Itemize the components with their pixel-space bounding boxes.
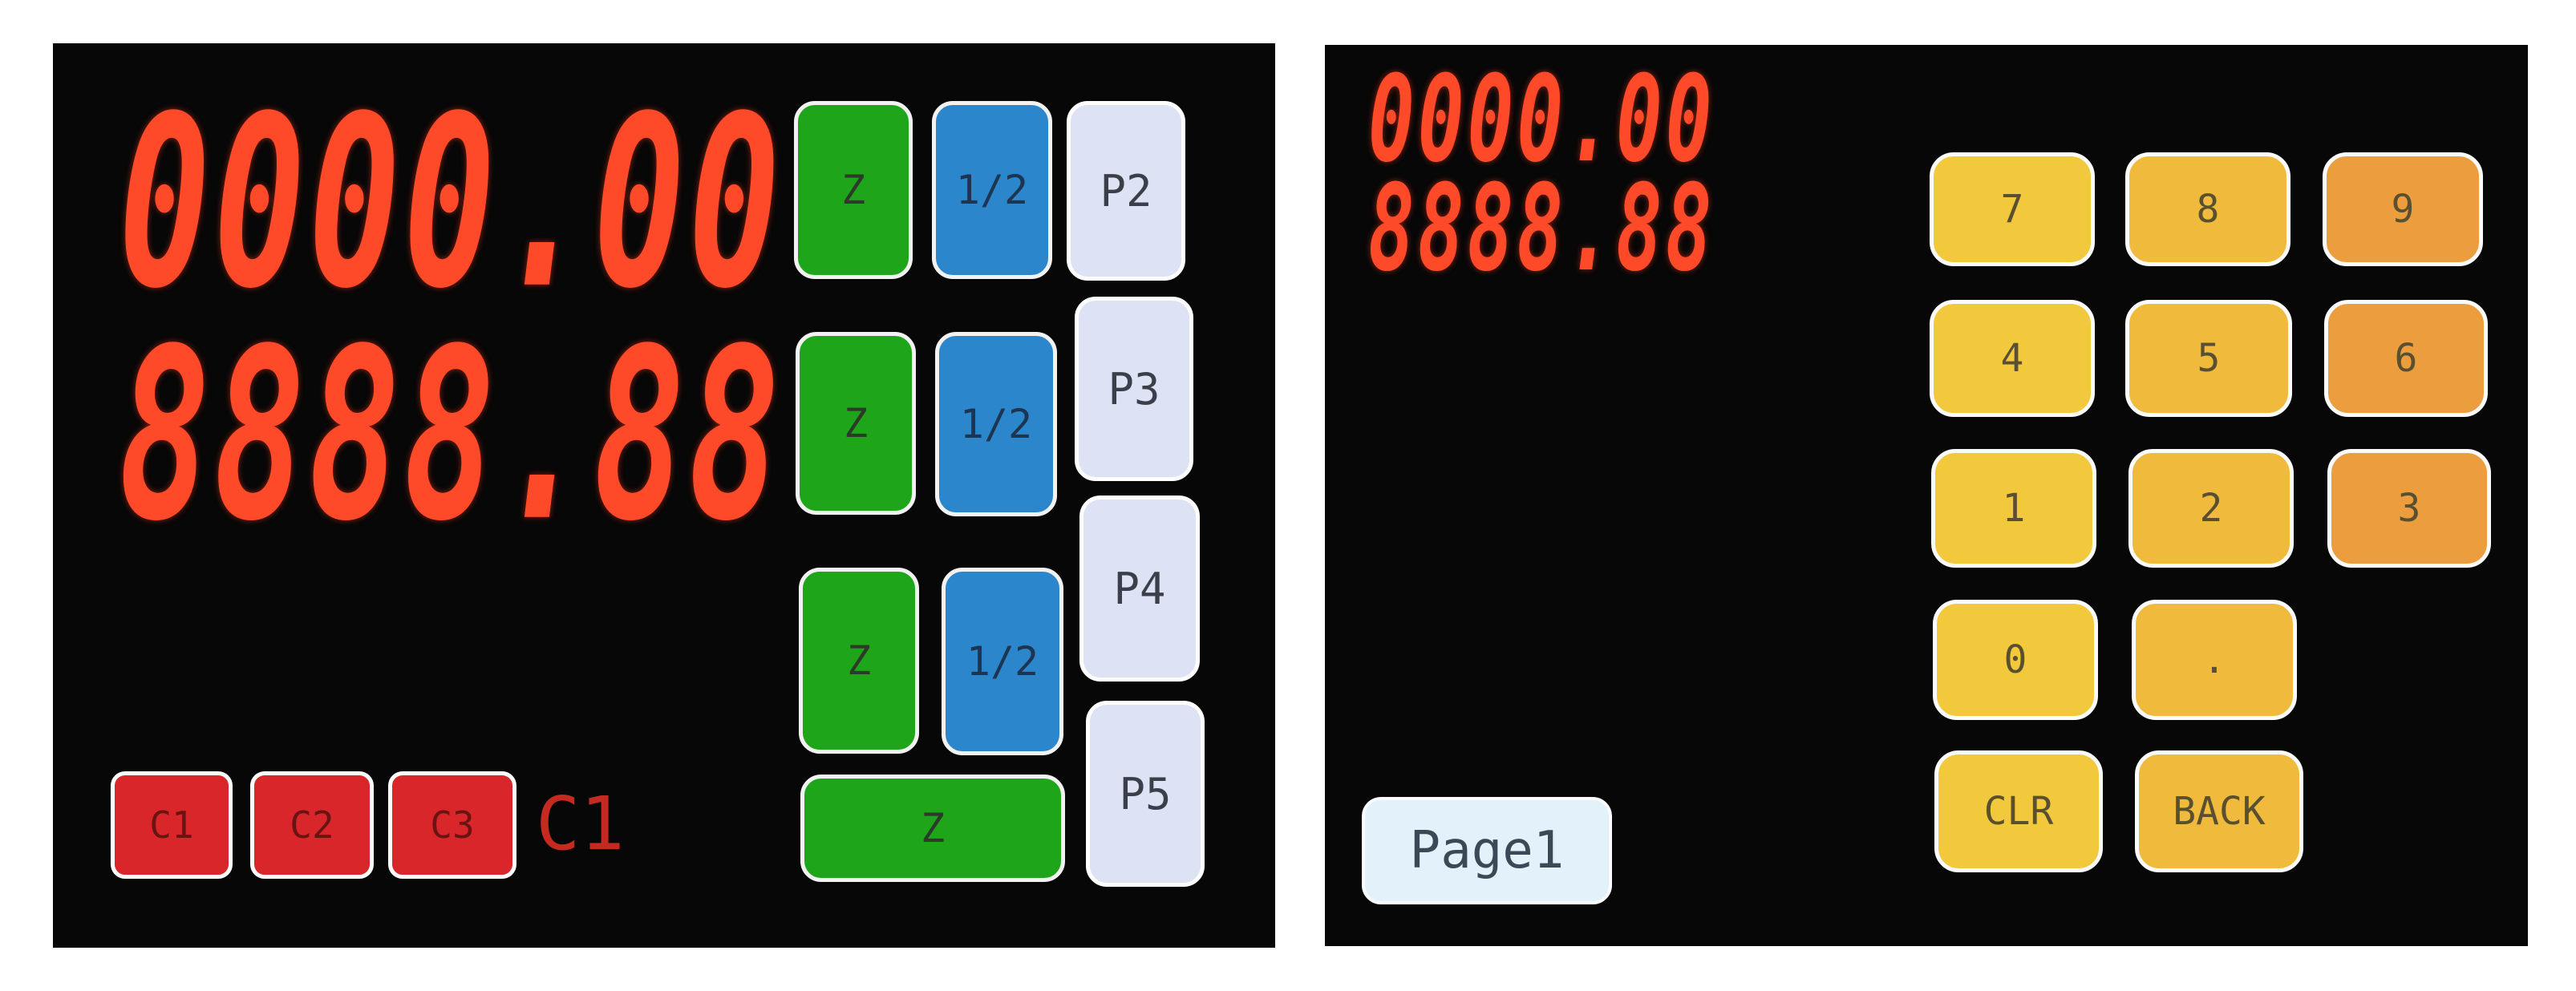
key-decimal[interactable]: .: [2132, 600, 2297, 720]
page-p4-button[interactable]: P4: [1079, 496, 1200, 682]
key-8[interactable]: 8: [2125, 152, 2290, 266]
key-7[interactable]: 7: [1930, 152, 2095, 266]
half-axis-3-button[interactable]: 1/2: [942, 568, 1063, 755]
key-3[interactable]: 3: [2327, 449, 2491, 568]
backspace-button[interactable]: BACK: [2135, 750, 2303, 872]
key-4[interactable]: 4: [1930, 300, 2095, 417]
c2-button[interactable]: C2: [250, 771, 374, 879]
key-5[interactable]: 5: [2125, 300, 2292, 417]
zero-axis-3-button[interactable]: Z: [799, 568, 919, 754]
c3-button[interactable]: C3: [388, 771, 516, 879]
axis-2-readout: 8888.88: [119, 298, 784, 573]
c1-button[interactable]: C1: [111, 771, 233, 879]
half-axis-1-button[interactable]: 1/2: [932, 101, 1052, 279]
axis-2-readout-small: 8888.88: [1368, 159, 1715, 298]
zero-axis-1-button[interactable]: Z: [794, 101, 913, 279]
page1-button[interactable]: Page1: [1362, 797, 1612, 904]
clear-button[interactable]: CLR: [1934, 750, 2103, 872]
keypad-screen: 0000.00 8888.88 7 8 9 4 5 6 1 2 3 0 . CL…: [1325, 45, 2528, 946]
main-readout-screen: 0000.00 8888.88 Z 1/2 P2 Z 1/2 P3 Z 1/2 …: [53, 43, 1275, 948]
page-p2-button[interactable]: P2: [1067, 101, 1185, 281]
zero-all-button[interactable]: Z: [800, 775, 1065, 882]
zero-axis-2-button[interactable]: Z: [796, 332, 916, 515]
page-p5-button[interactable]: P5: [1086, 701, 1205, 887]
active-c-indicator: C1: [536, 781, 625, 867]
key-2[interactable]: 2: [2128, 449, 2294, 568]
half-axis-2-button[interactable]: 1/2: [935, 332, 1057, 516]
key-0[interactable]: 0: [1933, 600, 2098, 720]
key-9[interactable]: 9: [2323, 152, 2483, 266]
key-6[interactable]: 6: [2324, 300, 2488, 417]
page-p3-button[interactable]: P3: [1075, 297, 1193, 481]
key-1[interactable]: 1: [1931, 449, 2096, 568]
